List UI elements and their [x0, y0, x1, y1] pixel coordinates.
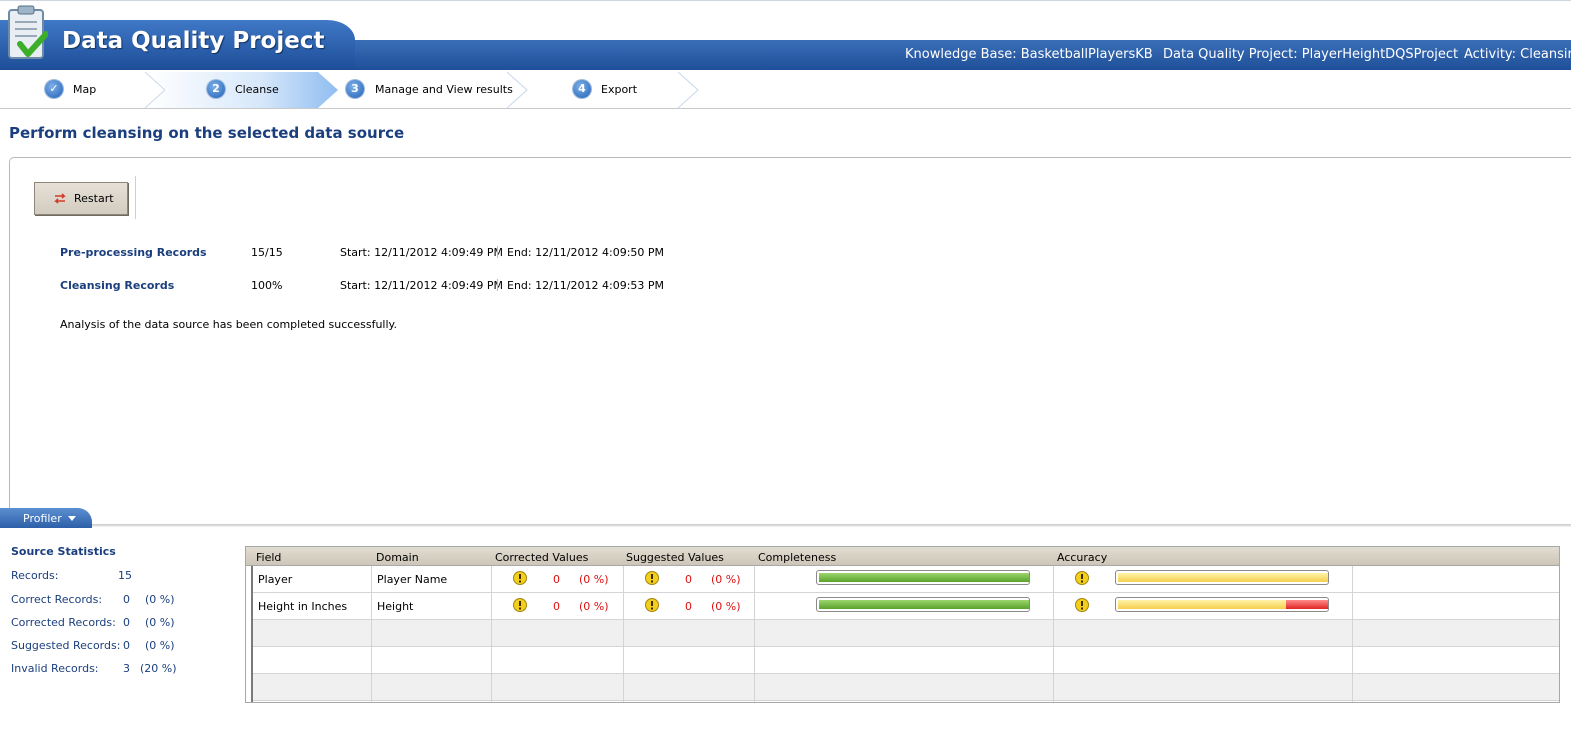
stat-suggested-records: Suggested Records: 0 (0 %) [11, 639, 175, 652]
progress-value: 15/15 [251, 246, 283, 259]
cell-corrected-percent: (0 %) [579, 600, 609, 613]
cell-field: Height in Inches [258, 600, 348, 613]
table-row [252, 674, 1559, 701]
stat-value: 15 [118, 569, 132, 582]
step-separator [144, 72, 166, 108]
cell-suggested-percent: (0 %) [711, 573, 741, 586]
cell-domain: Player Name [377, 573, 448, 586]
table-row [252, 647, 1559, 674]
profiler-grid: Field Domain Corrected Values Suggested … [245, 546, 1560, 703]
accuracy-bar [1115, 570, 1329, 585]
progress-name: Pre-processing Records [60, 246, 207, 259]
profiler-tab-label: Profiler [23, 512, 62, 525]
stat-correct-records: Correct Records: 0 (0 %) [11, 593, 175, 606]
progress-end: End: 12/11/2012 4:09:53 PM [507, 279, 665, 292]
project-label: Data Quality Project: PlayerHeightDQSPro… [1163, 47, 1459, 62]
cell-suggested-count: 0 [685, 600, 692, 613]
warning-icon [645, 598, 659, 612]
step-label: Manage and View results [375, 83, 513, 96]
profiler-tab[interactable]: Profiler [0, 508, 92, 528]
step-separator [677, 72, 699, 108]
warning-icon [1075, 598, 1089, 612]
step-label: Cleanse [235, 83, 279, 96]
completeness-fill [819, 573, 1029, 582]
step-number: 2 [207, 80, 225, 98]
completeness-bar [816, 597, 1030, 612]
warning-icon [513, 571, 527, 585]
clipboard-check-icon [8, 5, 48, 59]
app-title: Data Quality Project [62, 28, 325, 54]
stat-label: Invalid Records: [11, 662, 99, 675]
toolbar-divider [135, 176, 136, 219]
cell-corrected-count: 0 [553, 600, 560, 613]
column-header-suggested[interactable]: Suggested Values [626, 551, 724, 564]
stat-invalid-records: Invalid Records: 3 (20 %) [11, 662, 177, 675]
stat-label: Suggested Records: [11, 639, 121, 652]
column-header-field[interactable]: Field [256, 551, 281, 564]
row-height-in-inches: Height in Inches Height 0 (0 %) 0 (0 %) [246, 593, 1559, 619]
page-title: Perform cleansing on the selected data s… [9, 124, 405, 142]
source-statistics-title: Source Statistics [11, 545, 116, 558]
cell-suggested-percent: (0 %) [711, 600, 741, 613]
cell-domain: Height [377, 600, 414, 613]
warning-icon [1075, 571, 1089, 585]
stat-percent: (20 %) [140, 662, 177, 675]
stat-records: Records: 15 [11, 569, 132, 582]
stat-percent: (0 %) [145, 639, 175, 652]
step-number: 4 [573, 80, 591, 98]
cleansing-panel [9, 157, 1571, 523]
stat-percent: (0 %) [145, 616, 175, 629]
grid-header: Field Domain Corrected Values Suggested … [246, 547, 1559, 566]
activity-label: Activity: Cleansing [1464, 47, 1571, 62]
restart-button[interactable]: Restart [34, 182, 128, 215]
restart-label: Restart [74, 192, 114, 205]
progress-start: Start: 12/11/2012 4:09:49 PM [340, 279, 503, 292]
accuracy-bar [1115, 597, 1329, 612]
step-label: Export [601, 83, 638, 96]
progress-start: Start: 12/11/2012 4:09:49 PM [340, 246, 503, 259]
cell-corrected-percent: (0 %) [579, 573, 609, 586]
stat-value: 3 [123, 662, 130, 675]
completeness-bar [816, 570, 1030, 585]
progress-end: End: 12/11/2012 4:09:50 PM [507, 246, 665, 259]
inaccuracy-fill [1286, 600, 1328, 609]
cell-suggested-count: 0 [685, 573, 692, 586]
wizard-steps: ✓ Map 2 Cleanse 3 Manage and View result… [0, 72, 1571, 109]
stat-percent: (0 %) [145, 593, 175, 606]
step-label: Map [73, 83, 97, 96]
warning-icon [513, 598, 527, 612]
stat-value: 0 [123, 593, 130, 606]
progress-value: 100% [251, 279, 283, 292]
column-header-accuracy[interactable]: Accuracy [1057, 551, 1107, 564]
table-row [252, 620, 1559, 647]
app-header: Data Quality Project Knowledge Base: Bas… [0, 0, 1571, 72]
dropdown-arrow-icon [68, 516, 76, 521]
stat-value: 0 [123, 639, 130, 652]
stat-label: Correct Records: [11, 593, 103, 606]
cell-field: Player [258, 573, 293, 586]
column-header-completeness[interactable]: Completeness [758, 551, 836, 564]
stat-label: Records: [11, 569, 59, 582]
accuracy-fill [1118, 573, 1328, 582]
row-player: Player Player Name 0 (0 %) 0 (0 %) [246, 566, 1559, 592]
checkmark-icon: ✓ [45, 80, 63, 98]
progress-name: Cleansing Records [60, 279, 175, 292]
warning-icon [645, 571, 659, 585]
cell-corrected-count: 0 [553, 573, 560, 586]
completeness-fill [819, 600, 1029, 609]
stat-value: 0 [123, 616, 130, 629]
status-message: Analysis of the data source has been com… [60, 318, 397, 331]
knowledge-base-label: Knowledge Base: BasketballPlayersKB [905, 47, 1153, 62]
step-number: 3 [346, 80, 364, 98]
stat-corrected-records: Corrected Records: 0 (0 %) [11, 616, 175, 629]
column-header-domain[interactable]: Domain [376, 551, 419, 564]
restart-icon [54, 193, 66, 204]
stat-label: Corrected Records: [11, 616, 116, 629]
profiler-divider [0, 524, 1571, 527]
column-header-corrected[interactable]: Corrected Values [495, 551, 588, 564]
accuracy-fill [1118, 600, 1286, 609]
